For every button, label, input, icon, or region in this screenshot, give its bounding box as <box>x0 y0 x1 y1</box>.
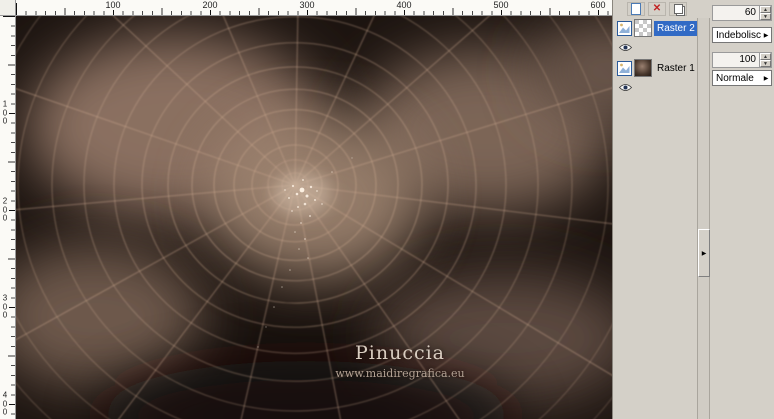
dropdown-arrow-icon[interactable]: ▶ <box>761 75 771 82</box>
vertical-ruler[interactable]: 100 200 300 400 <box>0 16 16 419</box>
delete-layer-button[interactable]: ✕ <box>648 1 666 16</box>
layer-thumbnail[interactable] <box>634 59 652 77</box>
layer-name[interactable]: Raster 2 <box>654 20 698 36</box>
chevron-right-icon: ▶ <box>701 250 707 257</box>
opacity-value[interactable]: 60 <box>713 6 759 20</box>
visibility-eye-icon[interactable] <box>619 42 635 53</box>
raster-layer-icon <box>617 60 632 76</box>
ruler-label: 100 <box>104 0 122 10</box>
spin-down-button[interactable]: ▼ <box>760 13 771 20</box>
duplicate-icon <box>673 3 683 14</box>
palette-splitter-handle[interactable]: ▶ <box>698 229 710 277</box>
palette-toolbar: ✕ <box>627 1 687 16</box>
opacity-control-raster2[interactable]: 60 ▲ ▼ <box>712 5 772 21</box>
ruler-corner <box>0 0 16 16</box>
psp-workspace: 100 200 300 400 500 600 100 200 300 400 <box>0 0 774 419</box>
ruler-label: 200 <box>201 0 219 10</box>
ruler-label: 400 <box>395 0 413 10</box>
duplicate-layer-button[interactable] <box>669 1 687 16</box>
ruler-label: 100 <box>1 99 9 126</box>
blend-mode-value: Normale <box>716 72 754 84</box>
spin-down-button[interactable]: ▼ <box>760 60 771 67</box>
layers-list: Raster 2 Raster 1 <box>615 18 698 98</box>
center-glow <box>272 172 332 216</box>
opacity-control-raster1[interactable]: 100 ▲ ▼ <box>712 52 772 68</box>
layer-row[interactable]: Raster 2 <box>615 18 698 58</box>
spin-up-button[interactable]: ▲ <box>760 6 771 13</box>
layer-row[interactable]: Raster 1 <box>615 58 697 98</box>
blend-mode-value: Indebolisci <box>716 29 761 41</box>
spin-up-button[interactable]: ▲ <box>760 53 771 60</box>
spiderweb-image <box>16 16 612 419</box>
palette-scrollbar[interactable]: ▶ <box>697 18 710 419</box>
ruler-label: 300 <box>1 293 9 320</box>
blend-mode-select-raster2[interactable]: Indebolisci ▶ <box>712 27 772 43</box>
new-layer-icon <box>631 2 641 15</box>
raster-layer-icon <box>617 20 632 36</box>
spin-down-icon: ▼ <box>763 14 768 20</box>
layer-thumbnail[interactable] <box>634 19 652 37</box>
new-layer-button[interactable] <box>627 1 645 16</box>
ruler-label: 400 <box>1 390 9 417</box>
delete-icon: ✕ <box>652 2 662 14</box>
opacity-value[interactable]: 100 <box>713 53 759 67</box>
horizontal-ruler[interactable]: 100 200 300 400 500 600 <box>16 0 612 16</box>
opacity-spinner: ▲ ▼ <box>759 6 771 20</box>
layers-palette: ✕ Raster 2 Raster 1 ▶ 60 ▲ ▼ Indebolisci… <box>612 0 774 419</box>
ruler-label: 500 <box>492 0 510 10</box>
blend-mode-select-raster1[interactable]: Normale ▶ <box>712 70 772 86</box>
ruler-label: 200 <box>1 196 9 223</box>
layer-name[interactable]: Raster 1 <box>654 61 698 76</box>
spin-down-icon: ▼ <box>763 61 768 67</box>
canvas[interactable]: Pinuccia www.maidiregrafica.eu <box>16 16 612 419</box>
ruler-label: 300 <box>298 0 316 10</box>
ruler-label: 600 <box>589 0 607 10</box>
dropdown-arrow-icon[interactable]: ▶ <box>761 32 771 39</box>
opacity-spinner: ▲ ▼ <box>759 53 771 67</box>
visibility-eye-icon[interactable] <box>619 82 635 93</box>
